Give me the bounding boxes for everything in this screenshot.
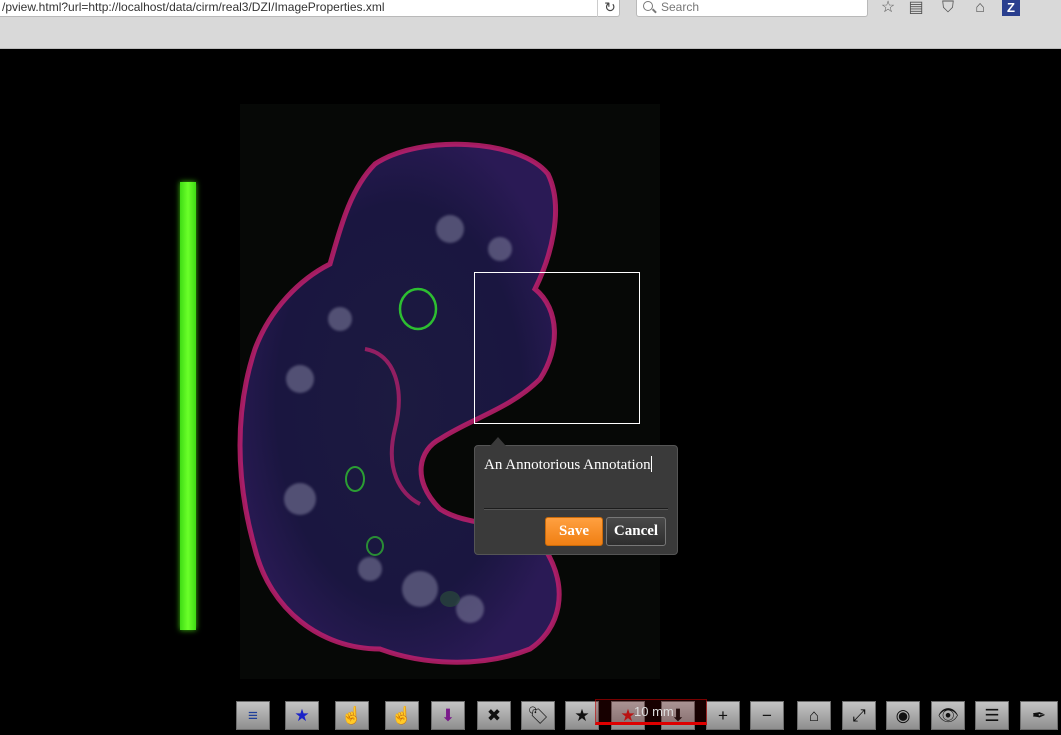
annotation-editor: An Annotorious Annotation Save Cancel: [474, 437, 678, 555]
close-button[interactable]: ✖: [477, 701, 511, 730]
menu-button[interactable]: ☰: [975, 701, 1009, 730]
hand-green-button[interactable]: ☝: [385, 701, 419, 730]
download-purple-button[interactable]: ⬇: [431, 701, 465, 730]
star-black-button[interactable]: ★: [565, 701, 599, 730]
fullscreen-button[interactable]: ⤢: [842, 701, 876, 730]
zoom-in-button[interactable]: +: [706, 701, 740, 730]
layers-button[interactable]: ≡: [236, 701, 270, 730]
home-icon: ⌂: [808, 706, 820, 725]
home-icon[interactable]: ⌂: [970, 0, 990, 17]
target-icon: ◉: [895, 706, 911, 725]
url-bar[interactable]: /pview.html?url=http://localhost/data/ci…: [0, 0, 620, 17]
close-icon: ✖: [486, 706, 502, 725]
hand-pointer-icon: ☝: [341, 706, 363, 725]
star-icon: ★: [574, 706, 590, 725]
reader-view-icon[interactable]: ▤: [906, 0, 926, 17]
star-icon: ★: [294, 706, 310, 725]
viewer-toolbar: ✒ ☰ 👁 ◉ ⤢ ⌂ − + ⬇ ★ ★ 🏷 ✖ ⬇ ☝ ☝ ★ ≡ 10 mm: [0, 699, 1061, 735]
scale-indicator: 10 mm: [595, 699, 707, 725]
annotation-text-input[interactable]: An Annotorious Annotation: [484, 456, 670, 474]
star-blue-button[interactable]: ★: [285, 701, 319, 730]
eye-icon: 👁: [937, 706, 959, 725]
layers-icon: ≡: [248, 706, 258, 725]
pocket-icon[interactable]: ⛉: [938, 0, 958, 17]
popup-divider: [484, 508, 668, 510]
home-button[interactable]: ⌂: [797, 701, 831, 730]
feather-icon: ✒: [1031, 706, 1047, 725]
zotero-icon[interactable]: Z: [1002, 0, 1020, 16]
annotate-button[interactable]: ✒: [1020, 701, 1058, 730]
hand-pointer-icon: ☝: [391, 706, 413, 725]
search-input[interactable]: Search: [636, 0, 868, 17]
eye-button[interactable]: 👁: [931, 701, 965, 730]
download-circle-icon: ⬇: [440, 706, 456, 725]
zoom-out-button[interactable]: −: [750, 701, 784, 730]
browser-toolbar: /pview.html?url=http://localhost/data/ci…: [0, 0, 1061, 49]
menu-icon: ☰: [984, 706, 1000, 725]
cancel-button[interactable]: Cancel: [606, 517, 666, 546]
search-icon: [643, 1, 653, 11]
popup-arrow: [490, 437, 506, 446]
hand-red-button[interactable]: ☝: [335, 701, 369, 730]
fullscreen-icon: ⤢: [852, 706, 866, 725]
minus-icon: −: [762, 706, 772, 725]
tag-icon: 🏷: [527, 706, 549, 725]
plus-icon: +: [718, 706, 728, 725]
tag-button[interactable]: 🏷: [521, 701, 555, 730]
target-button[interactable]: ◉: [886, 701, 920, 730]
image-viewer[interactable]: An Annotorious Annotation Save Cancel ✒ ☰…: [0, 49, 1061, 735]
scale-bar-image: [180, 182, 196, 630]
save-button[interactable]: Save: [545, 517, 603, 546]
annotation-selection-box[interactable]: [474, 272, 640, 424]
bookmark-star-icon[interactable]: ☆: [878, 0, 898, 17]
search-placeholder: Search: [661, 0, 700, 14]
reload-icon[interactable]: ↻: [597, 0, 622, 17]
scale-label: 10 mm: [634, 704, 674, 719]
